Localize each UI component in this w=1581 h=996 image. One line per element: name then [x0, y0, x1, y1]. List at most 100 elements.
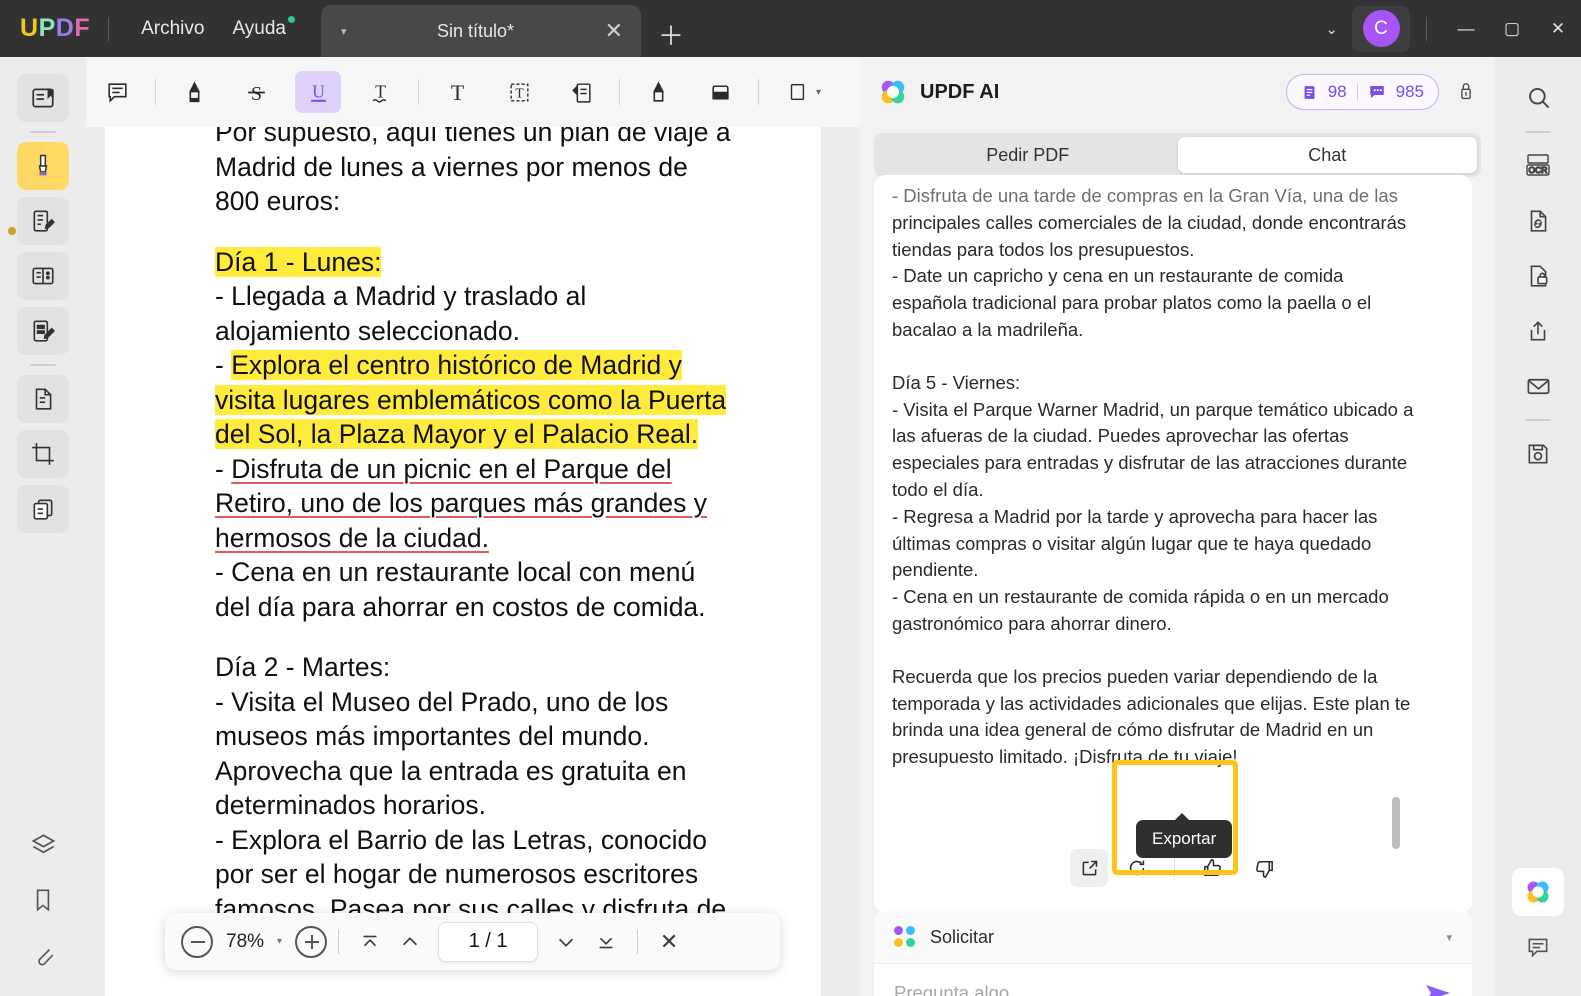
comment-tool-button[interactable] [94, 71, 140, 113]
email-icon [1525, 373, 1552, 400]
zoom-in-button[interactable] [295, 925, 328, 958]
tab-close-icon[interactable]: ✕ [605, 18, 623, 44]
export-button[interactable] [1070, 849, 1108, 887]
chevron-down-icon[interactable]: ⌄ [1311, 20, 1352, 38]
sidebar-item-form[interactable] [17, 252, 69, 300]
last-page-button[interactable] [586, 922, 626, 962]
reader-icon [30, 85, 56, 111]
share-button[interactable] [1512, 307, 1564, 355]
pencil-tool-button[interactable] [635, 71, 681, 113]
eraser-tool-button[interactable] [697, 71, 743, 113]
text-tool-button[interactable]: T [434, 71, 480, 113]
ocr-icon: OCR [1523, 152, 1553, 180]
shape-tool-button[interactable] [774, 71, 820, 113]
logo-letter-f: F [74, 14, 91, 42]
thumbs-down-button[interactable] [1245, 849, 1283, 887]
document-viewport[interactable]: Por supuesto, aquí tienes un plan de via… [86, 127, 860, 996]
right-toolbar: OCR [1495, 57, 1581, 996]
sidebar-item-highlighter[interactable] [17, 142, 69, 190]
convert-icon [30, 386, 56, 412]
request-mode-caret-icon[interactable]: ▾ [1446, 931, 1452, 944]
doc-line-underlined: Retiro, uno de los parques más grandes y [215, 488, 707, 518]
window-controls: ⌄ C — ▢ ✕ [1311, 0, 1581, 57]
save-icon [1525, 441, 1551, 467]
close-toolbar-button[interactable]: ✕ [649, 922, 689, 962]
convert-file-button[interactable] [1512, 197, 1564, 245]
highlight-tool-button[interactable] [171, 71, 217, 113]
maximize-button[interactable]: ▢ [1489, 0, 1535, 57]
chat-input-placeholder[interactable]: Pregunta algo [894, 982, 1009, 996]
attachment-icon [30, 942, 56, 968]
sidebar-item-bookmark[interactable] [17, 876, 69, 924]
strikethrough-tool-button[interactable]: S [233, 71, 279, 113]
sticky-note-tool-button[interactable] [558, 71, 604, 113]
protect-button[interactable] [1512, 252, 1564, 300]
squiggly-tool-button[interactable]: T [357, 71, 403, 113]
underline-icon: U [306, 80, 331, 105]
chat-line: brinda una idea general de cómo disfruta… [892, 719, 1374, 741]
ocr-button[interactable]: OCR [1512, 142, 1564, 190]
title-bar: U P D F Archivo Ayuda ▾ Sin título* ✕ ＋ … [0, 0, 1581, 57]
sidebar-item-layers[interactable] [17, 821, 69, 869]
ai-panel-scrollbar[interactable] [1392, 797, 1400, 849]
send-button[interactable] [1424, 982, 1452, 996]
toolbar-divider-4 [758, 79, 759, 105]
credits-divider [1356, 83, 1358, 101]
tab-chat[interactable]: Chat [1177, 137, 1477, 173]
doc-line-dash: - [215, 453, 232, 484]
lock-icon[interactable] [1455, 80, 1477, 104]
sidebar-item-crop[interactable] [17, 430, 69, 478]
avatar: C [1362, 10, 1400, 47]
minimize-button[interactable]: — [1443, 0, 1489, 57]
menu-archivo[interactable]: Archivo [127, 12, 218, 46]
chat-line: bacalao a la madrileña. [892, 318, 1084, 340]
sidebar-item-attachment[interactable] [17, 931, 69, 979]
rail-divider-2 [30, 364, 56, 366]
form-icon [30, 263, 56, 289]
doc-line: por ser el hogar de numerosos escritores [215, 859, 699, 889]
first-page-button[interactable] [350, 922, 390, 962]
text-box-tool-button[interactable]: T [496, 71, 542, 113]
zoom-level-label: 78% [226, 930, 265, 952]
account-button[interactable]: C [1352, 5, 1410, 52]
zoom-out-button[interactable] [181, 925, 213, 958]
doc-line: museos más importantes del mundo. [215, 721, 650, 751]
previous-page-button[interactable] [390, 922, 430, 962]
new-tab-button[interactable]: ＋ [658, 16, 684, 53]
page-indicator[interactable]: 1 / 1 [438, 921, 539, 962]
toolbar-divider-3 [619, 79, 620, 105]
search-button[interactable] [1512, 74, 1564, 122]
next-page-button[interactable] [546, 922, 586, 962]
sidebar-item-sign[interactable] [17, 307, 69, 355]
organize-pages-icon [30, 496, 56, 522]
sidebar-item-organize-pages[interactable] [17, 485, 69, 533]
chat-input-card: Solicitar ▾ Pregunta algo [874, 911, 1472, 996]
document-tab[interactable]: ▾ Sin título* ✕ [321, 5, 641, 57]
email-button[interactable] [1512, 362, 1564, 410]
active-tool-indicator [8, 227, 16, 235]
credits-badge[interactable]: 98 985 [1285, 74, 1439, 110]
underline-tool-button[interactable]: U [295, 71, 341, 113]
ai-panel-title: UPDF AI [920, 80, 1000, 103]
doc-line: determinados horarios. [215, 790, 487, 820]
page-navigation-toolbar: 78% ▾ 1 / 1 ✕ [165, 913, 780, 970]
zoom-dropdown-caret-icon[interactable]: ▾ [277, 936, 282, 947]
sidebar-item-convert[interactable] [17, 375, 69, 423]
svg-text:T: T [450, 80, 463, 104]
doc-line: Día 2 - Martes: [215, 652, 391, 682]
doc-line-highlighted: Explora el centro histórico de Madrid y [231, 350, 682, 380]
shape-caret-icon[interactable]: ▾ [816, 87, 821, 98]
doc-line: 800 euros: [215, 186, 341, 216]
convert-file-icon [1525, 208, 1551, 234]
tab-pedir-pdf[interactable]: Pedir PDF [878, 137, 1178, 173]
highlighter-icon [29, 152, 57, 180]
close-button[interactable]: ✕ [1535, 0, 1581, 57]
sidebar-item-edit-pdf[interactable] [17, 197, 69, 245]
save-button[interactable] [1512, 430, 1564, 478]
menu-ayuda[interactable]: Ayuda [218, 12, 300, 46]
chat-message-text: - Disfruta de una tarde de compras en la… [874, 183, 1472, 771]
sidebar-item-reader[interactable] [17, 74, 69, 122]
comment-panel-button[interactable] [1512, 923, 1564, 971]
request-mode-selector[interactable]: Solicitar ▾ [874, 911, 1472, 964]
updf-ai-button[interactable] [1512, 868, 1564, 916]
